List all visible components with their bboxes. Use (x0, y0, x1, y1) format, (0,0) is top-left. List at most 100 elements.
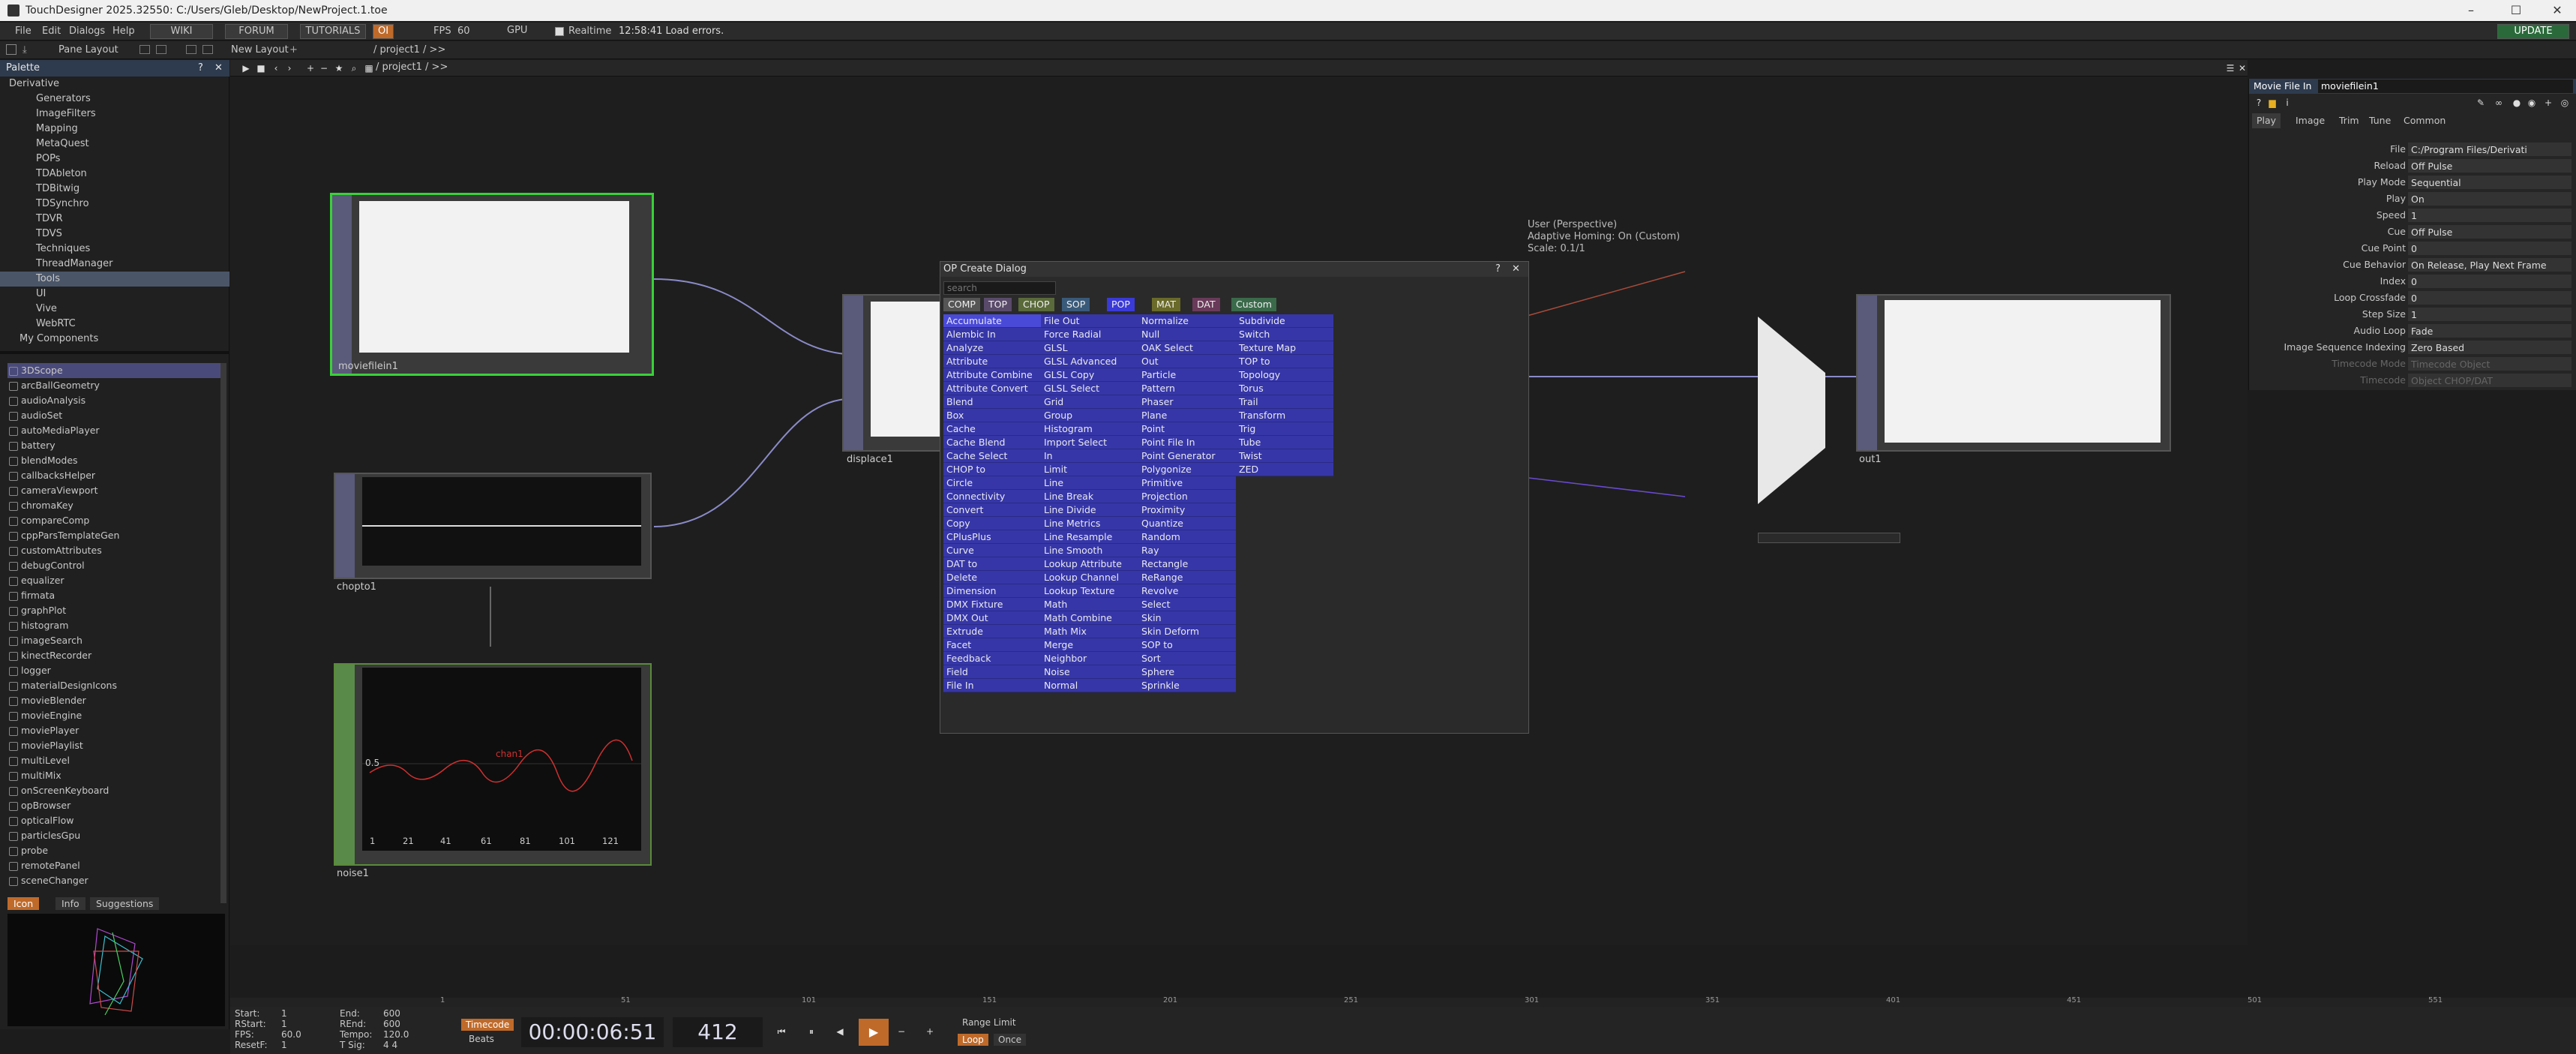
op-item[interactable]: Topology (1236, 368, 1333, 382)
op-item[interactable]: Grid (1041, 395, 1138, 409)
tree-item-metaquest[interactable]: MetaQuest (36, 137, 261, 152)
component-list-item[interactable]: materialDesignIcons (7, 678, 220, 693)
op-item[interactable]: Math Combine (1041, 611, 1138, 625)
op-item[interactable]: GLSL Select (1041, 382, 1138, 395)
component-list-item[interactable]: particlesGpu (7, 828, 220, 843)
component-list-item[interactable]: arcBallGeometry (7, 378, 220, 393)
component-list-item[interactable]: cppParsTemplateGen (7, 528, 220, 543)
op-item[interactable]: Lookup Attribute (1041, 557, 1138, 571)
op-item[interactable]: GLSL Advanced (1041, 355, 1138, 368)
tempo-value[interactable]: 120.0 (383, 1029, 409, 1040)
save-icon[interactable] (6, 44, 16, 55)
tree-item-tdbitwig[interactable]: TDBitwig (36, 182, 261, 197)
op-item[interactable]: Dimension (943, 584, 1041, 598)
op-item[interactable]: Accumulate (943, 314, 1041, 328)
op-item[interactable]: Curve (943, 544, 1041, 557)
op-item[interactable]: Connectivity (943, 490, 1041, 503)
param-value[interactable]: Timecode Object (2408, 357, 2572, 371)
fps-setting-value[interactable]: 60.0 (281, 1029, 301, 1040)
tree-item-techniques[interactable]: Techniques (36, 242, 261, 257)
add-param-icon[interactable]: + (2543, 98, 2554, 108)
param-tab-tune[interactable]: Tune (2365, 113, 2395, 128)
play-icon[interactable]: ▶ (241, 63, 251, 74)
link-icon[interactable]: ∞ (2494, 98, 2504, 108)
forward-icon[interactable]: › (284, 63, 295, 74)
param-value[interactable]: 1 (2408, 308, 2572, 321)
op-item[interactable]: Ray (1138, 544, 1236, 557)
op-item[interactable]: Limit (1041, 463, 1138, 476)
palette-scrollbar[interactable] (220, 363, 226, 903)
op-item[interactable]: Line Metrics (1041, 517, 1138, 530)
component-list-item[interactable]: blendModes (7, 453, 220, 468)
tab-info[interactable]: Info (55, 897, 85, 910)
menu-help[interactable]: Help (112, 23, 135, 41)
op-item[interactable]: Noise (1041, 665, 1138, 679)
palette-close-icon[interactable]: ✕ (214, 60, 223, 77)
op-item[interactable]: Cache (943, 422, 1041, 436)
forum-button[interactable]: FORUM (225, 24, 288, 39)
op-item[interactable]: Point (1138, 422, 1236, 436)
add-icon[interactable]: + (305, 63, 316, 74)
tree-item-imagefilters[interactable]: ImageFilters (36, 107, 261, 122)
component-list-item[interactable]: chromaKey (7, 498, 220, 513)
component-list-item[interactable]: opBrowser (7, 798, 220, 813)
op-item[interactable]: Math Mix (1041, 625, 1138, 638)
op-item[interactable]: File Out (1041, 314, 1138, 328)
dialog-close-icon[interactable]: ✕ (1512, 262, 1520, 277)
op-item[interactable]: Group (1041, 409, 1138, 422)
tree-item-threadmanager[interactable]: ThreadManager (36, 257, 261, 272)
op-item[interactable]: OAK Select (1138, 341, 1236, 355)
op-item[interactable]: Primitive (1138, 476, 1236, 490)
op-item[interactable]: Blend (943, 395, 1041, 409)
tree-item-pops[interactable]: POPs (36, 152, 261, 167)
component-list-item[interactable]: sceneChanger (7, 873, 220, 888)
op-item[interactable]: Random (1138, 530, 1236, 544)
info-icon[interactable]: i (2282, 98, 2293, 108)
op-item[interactable]: Line Break (1041, 490, 1138, 503)
dialog-search-input[interactable] (943, 281, 1056, 295)
op-item[interactable]: Plane (1138, 409, 1236, 422)
component-list-item[interactable]: multiLevel (7, 753, 220, 768)
wiki-button[interactable]: WIKI (150, 24, 213, 39)
op-item[interactable]: Point File In (1138, 436, 1236, 449)
tree-item-mapping[interactable]: Mapping (36, 122, 261, 137)
op-item[interactable]: Trail (1236, 395, 1333, 409)
tree-item-my-components[interactable]: My Components (19, 332, 244, 347)
component-list-item[interactable]: callbacksHelper (7, 468, 220, 483)
op-item[interactable]: Merge (1041, 638, 1138, 652)
op-item[interactable]: Skin (1138, 611, 1236, 625)
op-item[interactable]: Null (1138, 328, 1236, 341)
dialog-tab-chop[interactable]: CHOP (1018, 298, 1054, 311)
star-icon[interactable]: ★ (334, 63, 344, 74)
folder-icon[interactable]: ▆ (2267, 98, 2278, 108)
component-list-item[interactable]: audioSet (7, 408, 220, 423)
timecode-display[interactable]: 00:00:06:51 (521, 1017, 664, 1047)
op-item[interactable]: Attribute Combine (943, 368, 1041, 382)
param-value[interactable]: Sequential (2408, 176, 2572, 189)
op-item[interactable]: Line (1041, 476, 1138, 490)
op-name-field[interactable]: moviefilein1 (2318, 80, 2573, 93)
param-value[interactable]: On (2408, 192, 2572, 206)
gpu-button[interactable]: GPU (502, 24, 532, 39)
op-item[interactable]: Extrude (943, 625, 1041, 638)
op-item[interactable]: Feedback (943, 652, 1041, 665)
palette-help-icon[interactable]: ? (198, 60, 203, 77)
dialog-tab-custom[interactable]: Custom (1231, 298, 1276, 311)
new-layout-label[interactable]: New Layout (231, 41, 289, 59)
component-list-item[interactable]: movieEngine (7, 708, 220, 723)
op-item[interactable]: Line Divide (1041, 503, 1138, 517)
op-item[interactable]: Out (1138, 355, 1236, 368)
op-item[interactable]: Select (1138, 598, 1236, 611)
tree-item-tools[interactable]: Tools (0, 272, 229, 287)
tree-item-generators[interactable]: Generators (36, 92, 261, 107)
param-value[interactable]: Off Pulse (2408, 225, 2572, 239)
op-item[interactable]: Line Resample (1041, 530, 1138, 544)
help-icon[interactable]: ? (2254, 98, 2264, 108)
timeline-bar[interactable]: 1 51 101 151 201 251 301 351 401 451 501 551 (230, 996, 2576, 1007)
op-item[interactable]: Projection (1138, 490, 1236, 503)
component-list-item[interactable]: histogram (7, 618, 220, 633)
back-icon[interactable]: ‹ (271, 63, 281, 74)
close-window-button[interactable]: ✕ (2535, 0, 2576, 21)
layout-icon-2[interactable] (156, 45, 166, 54)
op-item[interactable]: Circle (943, 476, 1041, 490)
